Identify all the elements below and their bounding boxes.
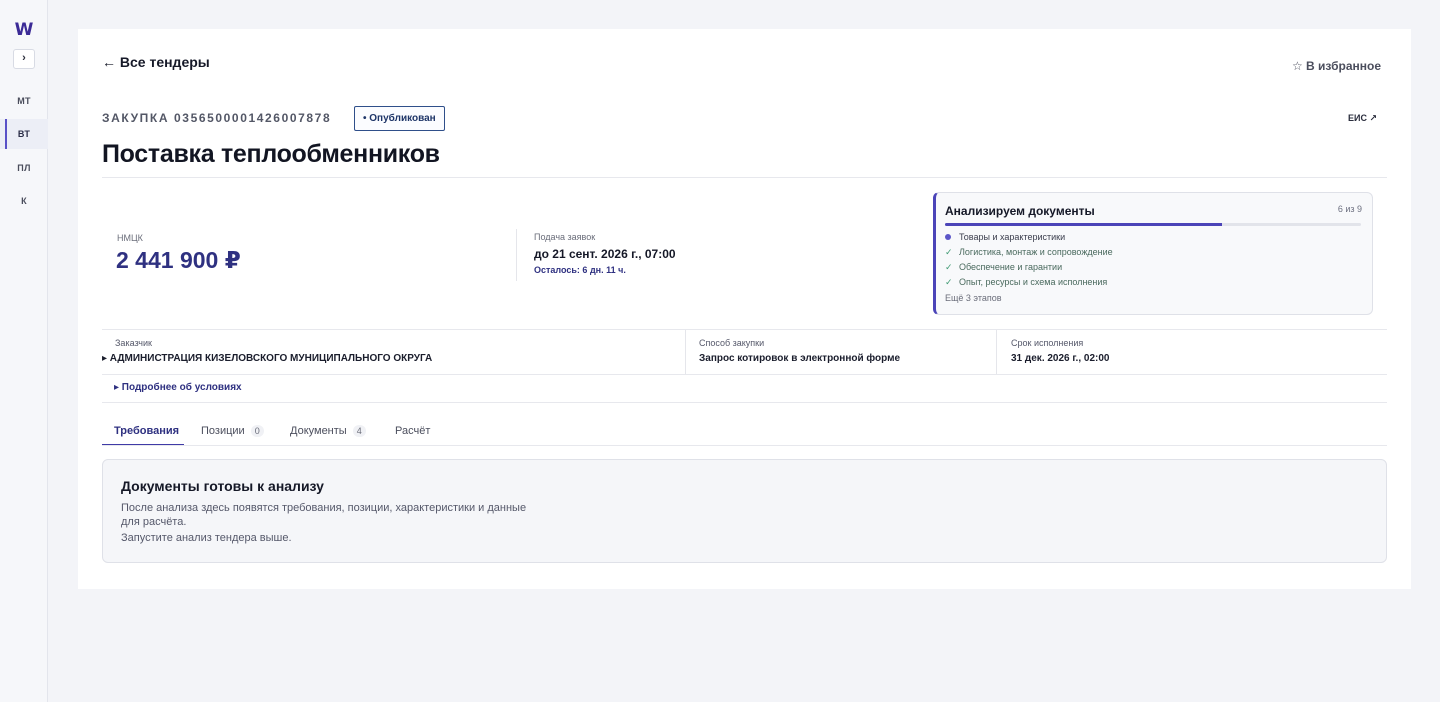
divider [516,229,517,281]
sidebar-item-mt[interactable]: МТ [0,86,48,116]
procurement-method-label: Способ закупки [699,338,765,348]
analysis-stage-label: Опыт, ресурсы и схема исполнения [959,277,1108,287]
procurement-number: ЗАКУПКА 0356500001426007878 [102,111,332,125]
check-icon: ✓ [945,247,953,257]
tab-label: Позиции [201,425,245,437]
customer-value: ▸ АДМИНИСТРАЦИЯ КИЗЕЛОВСКОГО МУНИЦИПАЛЬН… [102,353,433,364]
analysis-stage: ✓ Обеспечение и гарантии [945,262,1062,273]
empty-state-hint: Запустите анализ тендера выше. [121,532,292,544]
tab-label: Требования [114,425,180,437]
more-terms-toggle[interactable]: ▸ Подробнее об условиях [114,382,242,393]
status-badge: • Опубликован [354,106,445,131]
analysis-stage: Товары и характеристики [945,232,1065,242]
deadline-label: Подача заявок [534,232,596,242]
execution-term-value: 31 дек. 2026 г., 02:00 [1011,353,1110,364]
customer-label: Заказчик [115,338,152,348]
tab-documents[interactable]: Документы 4 [290,425,366,445]
check-icon: ✓ [945,277,953,287]
tender-info-row: Заказчик ▸ АДМИНИСТРАЦИЯ КИЗЕЛОВСКОГО МУ… [102,330,1387,374]
divider [102,445,1387,446]
empty-state-title: Документы готовы к анализу [121,478,324,494]
analysis-progress-panel: Анализируем документы 6 из 9 Товары и ха… [933,192,1373,315]
analysis-stage: ✓ Логистика, монтаж и сопровождение [945,247,1113,258]
execution-term-label: Срок исполнения [1011,338,1084,348]
sidebar-item-k[interactable]: К [0,186,48,216]
tab-positions[interactable]: Позиции 0 [201,425,264,445]
procurement-method-cell: Способ закупки Запрос котировок в электр… [685,330,996,374]
eis-external-link[interactable]: ЕИС ↗ [1348,113,1377,124]
analysis-progress-bar [945,223,1361,226]
execution-term-cell: Срок исполнения 31 дек. 2026 г., 02:00 [996,330,1387,374]
tab-count-badge: 0 [250,425,264,437]
customer-cell[interactable]: Заказчик ▸ АДМИНИСТРАЦИЯ КИЗЕЛОВСКОГО МУ… [102,330,685,374]
more-stages-text: Ещё 3 этапов [945,293,1002,303]
sidebar-item-vt[interactable]: ВТ [0,119,48,149]
analysis-stage-label: Логистика, монтаж и сопровождение [959,247,1113,257]
tab-count-badge: 4 [352,425,366,437]
analysis-stage-label: Обеспечение и гарантии [959,262,1063,272]
empty-state-panel: Документы готовы к анализу После анализа… [102,459,1387,563]
tab-label: Расчёт [395,425,431,437]
nmck-value: 2 441 900 ₽ [116,247,241,273]
empty-state-text: После анализа здесь появятся требования,… [121,502,527,528]
divider [102,177,1387,178]
tab-label: Документы [290,425,347,437]
analysis-stage-label: Товары и характеристики [959,232,1066,242]
tab-requirements[interactable]: Требования [114,425,179,445]
sidebar-toggle-button[interactable]: › [13,49,35,69]
current-dot-icon [945,232,959,242]
analysis-stage: ✓ Опыт, ресурсы и схема исполнения [945,277,1107,288]
tender-card: ← Все тендеры ☆ В избранное ЗАКУПКА 0356… [78,29,1411,589]
divider [102,374,1387,375]
sidebar-item-pl[interactable]: ПЛ [0,153,48,183]
tab-calculation[interactable]: Расчёт [395,425,430,445]
add-to-favorites-button[interactable]: ☆ В избранное [1292,59,1381,73]
divider [102,402,1387,403]
sidebar: W › МТ ВТ ПЛ К [0,0,48,702]
procurement-method-value: Запрос котировок в электронной форме [699,353,901,364]
analysis-progress-fill [945,223,1223,226]
nmck-label: НМЦК [117,233,143,243]
back-to-tenders-link[interactable]: ← Все тендеры [102,54,210,70]
app-logo[interactable]: W [0,20,48,40]
check-icon: ✓ [945,262,953,272]
analysis-count: 6 из 9 [1337,204,1362,214]
deadline-remaining: Осталось: 6 дн. 11 ч. [534,265,626,275]
deadline-value: до 21 сент. 2026 г., 07:00 [534,247,676,261]
analysis-title: Анализируем документы [945,204,1095,218]
page-title: Поставка теплообменников [102,140,440,168]
